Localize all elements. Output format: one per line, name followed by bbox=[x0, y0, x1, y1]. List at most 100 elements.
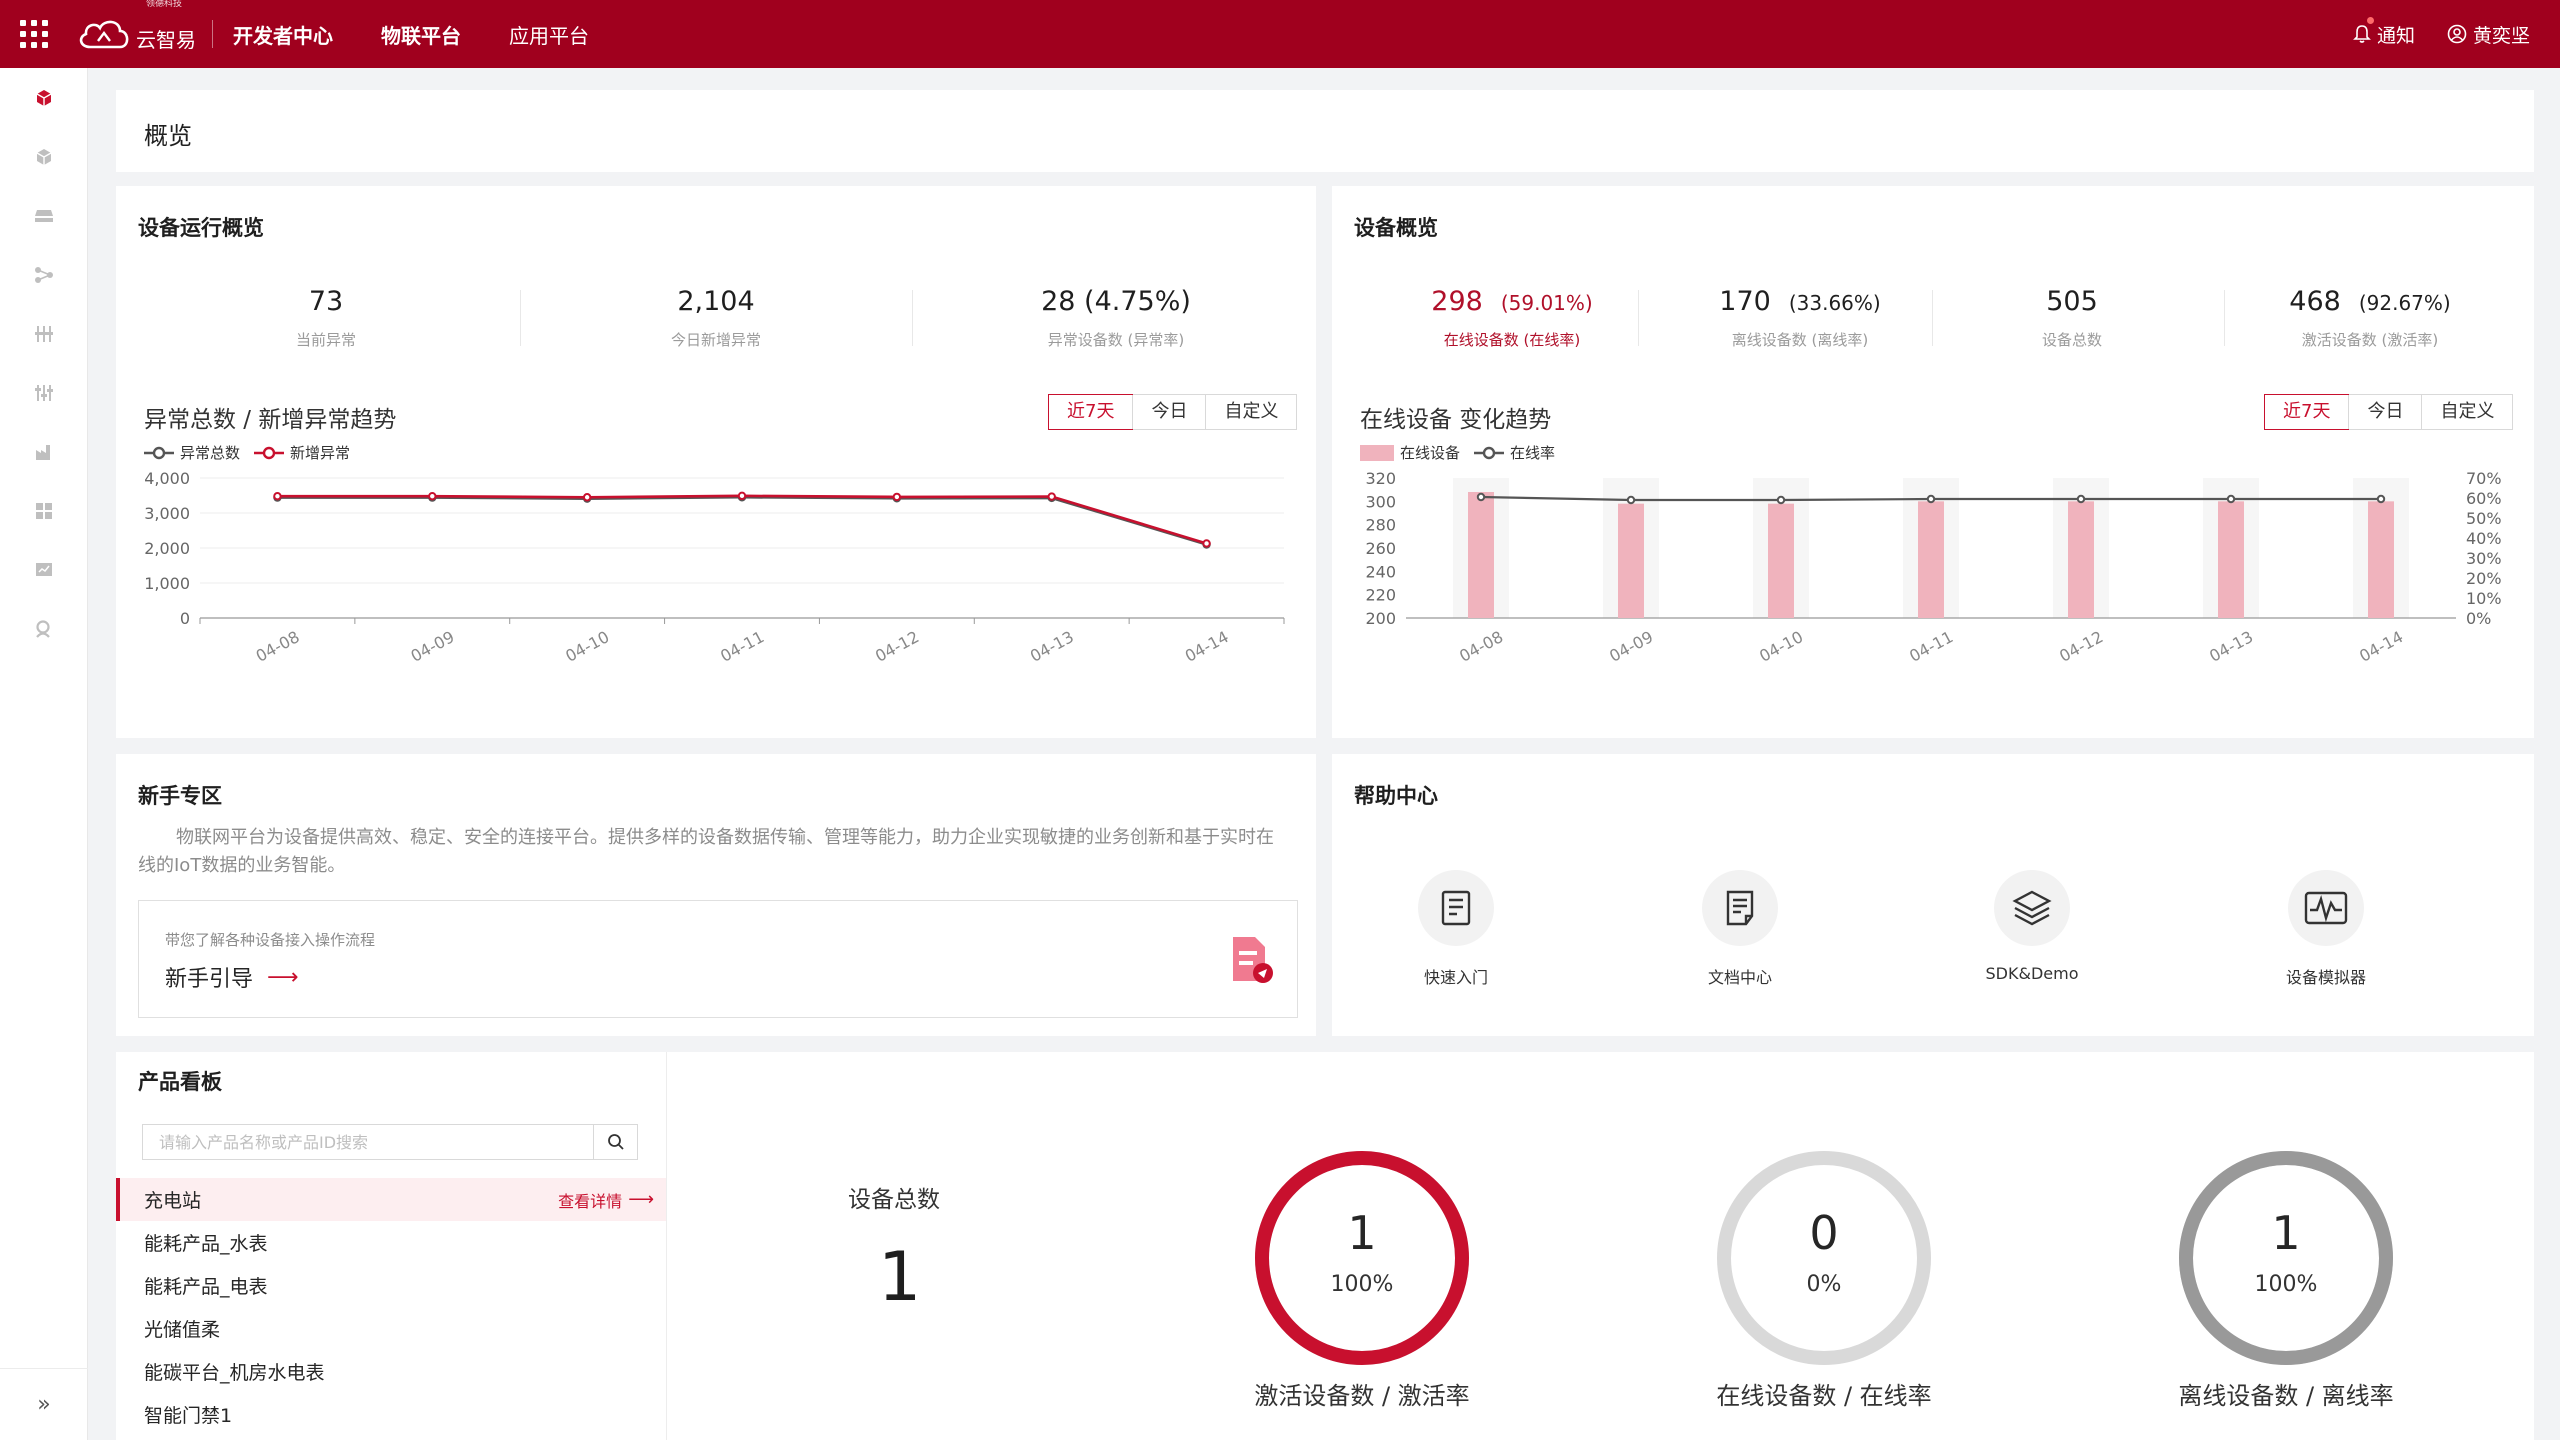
data-point bbox=[2226, 494, 2236, 504]
view-detail-link[interactable]: 查看详情 ⟶ bbox=[558, 1188, 654, 1212]
help-quick-start[interactable]: 快速入门 bbox=[1366, 870, 1546, 988]
legend-item[interactable]: 异常总数 bbox=[144, 442, 240, 463]
data-point bbox=[273, 492, 282, 501]
sidebar-item-model[interactable] bbox=[0, 127, 88, 186]
help-circle bbox=[1702, 870, 1778, 946]
help-circle bbox=[1994, 870, 2070, 946]
nav-developer-center[interactable]: 开发者中心 bbox=[233, 20, 333, 49]
product-divider bbox=[666, 1052, 667, 1440]
tab-custom[interactable]: 自定义 bbox=[1205, 395, 1296, 429]
stat-value: 28 (4.75%) bbox=[1041, 286, 1191, 317]
total-devices-label: 设备总数 bbox=[848, 1187, 940, 1213]
data-point bbox=[1202, 539, 1211, 548]
ring-pct: 0% bbox=[1806, 1272, 1842, 1297]
online-chart-legend: 在线设备 在线率 bbox=[1360, 442, 1569, 463]
product-item[interactable]: 能耗产品_水表 bbox=[116, 1221, 666, 1264]
device-icon bbox=[35, 209, 53, 222]
tab-custom[interactable]: 自定义 bbox=[2421, 395, 2512, 429]
stat-label: 异常设备数 (异常率) bbox=[1047, 331, 1185, 349]
help-card: 帮助中心 快速入门 文档中心 SDK&Demo 设备模拟器 bbox=[1332, 754, 2534, 1036]
x-tick-label: 04-13 bbox=[2206, 627, 2256, 666]
layers-icon bbox=[2012, 890, 2052, 926]
product-search-input[interactable] bbox=[143, 1125, 593, 1159]
quick-start-icon bbox=[1441, 890, 1471, 926]
sidebar-item-rule[interactable] bbox=[0, 304, 88, 363]
product-item[interactable]: 能耗产品_电表 bbox=[116, 1264, 666, 1307]
x-tick-label: 04-09 bbox=[1606, 627, 1656, 666]
legend-item[interactable]: 在线率 bbox=[1474, 442, 1555, 463]
x-tick-label: 04-12 bbox=[2056, 627, 2106, 666]
cloud-logo-icon bbox=[79, 20, 129, 49]
y2-tick-label: 30% bbox=[2466, 549, 2502, 568]
sidebar-collapse-button[interactable]: » bbox=[0, 1368, 88, 1440]
tab-today[interactable]: 今日 bbox=[2348, 395, 2421, 429]
x-tick-label: 04-09 bbox=[408, 627, 458, 666]
sidebar: » bbox=[0, 68, 88, 1440]
legend-label: 异常总数 bbox=[180, 444, 241, 462]
newbie-guide-link[interactable]: 新手引导 ⟶ bbox=[165, 961, 299, 993]
tab-today[interactable]: 今日 bbox=[1132, 395, 1205, 429]
legend-item[interactable]: 新增异常 bbox=[254, 442, 350, 463]
tab-last-7-days[interactable]: 近7天 bbox=[2264, 394, 2350, 430]
simulator-wave-icon bbox=[2304, 891, 2348, 925]
sidebar-item-device[interactable] bbox=[0, 186, 88, 245]
product-item[interactable]: 光储值柔 bbox=[116, 1307, 666, 1350]
activated-caption: 激活设备数 / 激活率 bbox=[1254, 1382, 1470, 1410]
sidebar-item-apps[interactable] bbox=[0, 481, 88, 540]
user-menu[interactable]: 黄奕坚 bbox=[2447, 21, 2530, 48]
bar-online-devices bbox=[1468, 492, 1494, 618]
user-icon bbox=[2447, 24, 2467, 44]
stat-divider bbox=[912, 290, 913, 346]
y2-tick-label: 20% bbox=[2466, 569, 2502, 588]
help-simulator[interactable]: 设备模拟器 bbox=[2236, 870, 2416, 988]
x-tick-label: 04-08 bbox=[1456, 627, 1506, 666]
sidebar-item-settings[interactable] bbox=[0, 363, 88, 422]
product-item-active[interactable]: 充电站 查看详情 ⟶ bbox=[116, 1178, 666, 1221]
online-caption: 在线设备数 / 在线率 bbox=[1716, 1382, 1932, 1410]
y-tick-label: 240 bbox=[1365, 562, 1396, 581]
tab-last-7-days[interactable]: 近7天 bbox=[1048, 394, 1134, 430]
sidebar-item-product[interactable] bbox=[0, 68, 88, 127]
help-sdk-demo[interactable]: SDK&Demo bbox=[1942, 870, 2122, 983]
help-label: 快速入门 bbox=[1423, 968, 1488, 987]
page-title: 概览 bbox=[144, 122, 192, 150]
guide-link-label: 新手引导 bbox=[165, 967, 254, 992]
search-button[interactable] bbox=[593, 1125, 637, 1159]
product-item[interactable]: 智能门禁1 bbox=[116, 1393, 666, 1436]
stat-divider bbox=[2224, 290, 2225, 346]
ring-value: 1 bbox=[2271, 1206, 2301, 1260]
ring-value: 1 bbox=[1347, 1206, 1377, 1260]
activated-ring: 1 100% bbox=[1248, 1144, 1476, 1372]
sidebar-item-monitor[interactable] bbox=[0, 540, 88, 599]
sidebar-item-user-search[interactable] bbox=[0, 599, 88, 658]
ring-pct: 100% bbox=[2254, 1272, 2318, 1297]
product-item[interactable]: 能碳平台_机房水电表 bbox=[116, 1350, 666, 1393]
cube-outline-icon bbox=[36, 148, 52, 165]
stat-value: 2,104 bbox=[677, 286, 755, 317]
data-point bbox=[1476, 492, 1486, 502]
help-title: 帮助中心 bbox=[1354, 784, 1438, 808]
notify-button[interactable]: 通知 bbox=[2353, 16, 2415, 48]
x-tick-label: 04-11 bbox=[1906, 627, 1956, 666]
bar-online-devices bbox=[1918, 501, 1944, 618]
sidebar-item-factory[interactable] bbox=[0, 422, 88, 481]
help-doc-center[interactable]: 文档中心 bbox=[1650, 870, 1830, 988]
logo[interactable]: 领德科技 云智易 bbox=[76, 0, 196, 54]
legend-item[interactable]: 在线设备 bbox=[1360, 442, 1460, 463]
stat-activated-devices: 468 (92.67%) 激活设备数 (激活率) bbox=[2250, 286, 2490, 350]
app-grid-icon[interactable] bbox=[18, 18, 50, 50]
device-overview-title: 设备概览 bbox=[1354, 216, 1438, 240]
user-name: 黄奕坚 bbox=[2472, 24, 2530, 47]
data-point bbox=[582, 493, 592, 502]
document-icon bbox=[1726, 890, 1754, 926]
nav-app-platform[interactable]: 应用平台 bbox=[509, 20, 589, 49]
stat-number: 298 bbox=[1431, 286, 1483, 317]
stat-label: 今日新增异常 bbox=[670, 331, 761, 349]
product-search bbox=[142, 1124, 638, 1160]
y2-tick-label: 10% bbox=[2466, 589, 2502, 608]
y-tick-label: 220 bbox=[1365, 586, 1396, 605]
bar-online-devices bbox=[2218, 501, 2244, 618]
legend-label: 在线率 bbox=[1510, 444, 1556, 462]
nav-iot-platform[interactable]: 物联平台 bbox=[381, 20, 461, 49]
sidebar-item-topology[interactable] bbox=[0, 245, 88, 304]
